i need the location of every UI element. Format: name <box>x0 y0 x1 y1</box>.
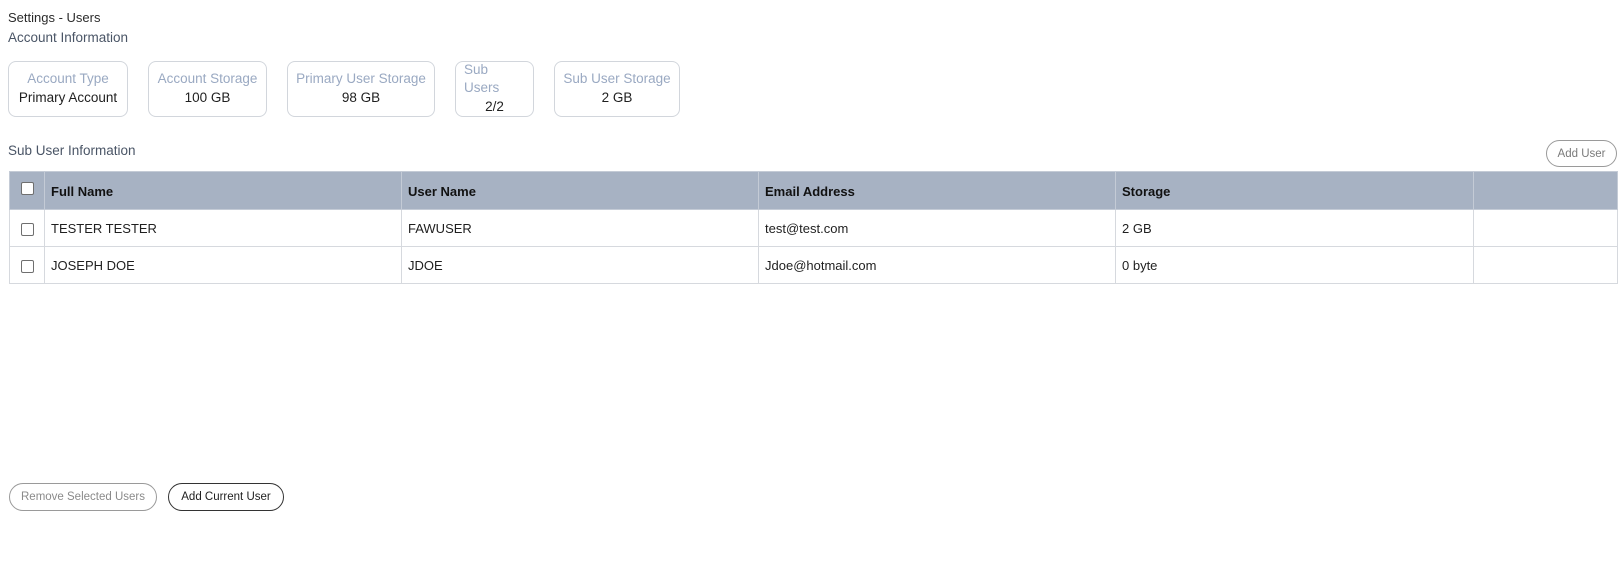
add-current-user-button[interactable]: Add Current User <box>168 483 284 511</box>
account-info-cards: Account Type Primary Account Account Sto… <box>8 61 680 117</box>
cell-storage: 2 GB <box>1115 209 1474 247</box>
cell-full-name: JOSEPH DOE <box>44 246 402 284</box>
card-label: Account Storage <box>157 71 258 86</box>
select-all-cell <box>9 171 45 210</box>
cell-actions <box>1473 209 1618 247</box>
sub-user-storage-card: Sub User Storage 2 GB <box>554 61 680 117</box>
table-row: TESTER TESTER FAWUSER test@test.com 2 GB <box>9 209 1618 247</box>
sub-users-table: Full Name User Name Email Address Storag… <box>9 171 1618 284</box>
row-select-cell <box>9 246 45 284</box>
card-value: Primary Account <box>18 90 118 105</box>
cell-storage: 0 byte <box>1115 246 1474 284</box>
column-header-email[interactable]: Email Address <box>758 171 1116 210</box>
card-value: 98 GB <box>341 90 381 105</box>
cell-full-name: TESTER TESTER <box>44 209 402 247</box>
card-label: Primary User Storage <box>296 71 426 86</box>
sub-users-card: Sub Users 2/2 <box>455 61 534 117</box>
account-information-heading: Account Information <box>8 30 129 45</box>
row-checkbox[interactable] <box>20 259 34 273</box>
cell-actions <box>1473 246 1618 284</box>
card-label: Sub Users <box>464 62 500 95</box>
cell-user-name: JDOE <box>401 246 759 284</box>
column-header-full-name[interactable]: Full Name <box>44 171 402 210</box>
cell-user-name: FAWUSER <box>401 209 759 247</box>
column-header-actions <box>1473 171 1618 210</box>
primary-user-storage-card: Primary User Storage 98 GB <box>287 61 435 117</box>
add-user-button[interactable]: Add User <box>1546 140 1617 167</box>
card-value: 2/2 <box>485 99 504 114</box>
page-title: Settings - Users <box>8 10 101 25</box>
row-checkbox[interactable] <box>20 222 34 236</box>
table-row: JOSEPH DOE JDOE Jdoe@hotmail.com 0 byte <box>9 246 1618 284</box>
account-storage-card: Account Storage 100 GB <box>148 61 267 117</box>
sub-user-information-heading: Sub User Information <box>8 143 136 158</box>
card-value: 100 GB <box>184 90 231 105</box>
remove-selected-users-button[interactable]: Remove Selected Users <box>9 483 157 511</box>
card-label: Sub User Storage <box>563 71 671 86</box>
table-header-row: Full Name User Name Email Address Storag… <box>9 171 1618 210</box>
cell-email: test@test.com <box>758 209 1116 247</box>
row-select-cell <box>9 209 45 247</box>
settings-users-page: Settings - Users Account Information Acc… <box>0 0 1620 576</box>
select-all-checkbox[interactable] <box>20 182 34 196</box>
account-type-card: Account Type Primary Account <box>8 61 128 117</box>
cell-email: Jdoe@hotmail.com <box>758 246 1116 284</box>
column-header-storage[interactable]: Storage <box>1115 171 1474 210</box>
card-label: Account Type <box>27 71 109 86</box>
column-header-user-name[interactable]: User Name <box>401 171 759 210</box>
card-value: 2 GB <box>601 90 633 105</box>
